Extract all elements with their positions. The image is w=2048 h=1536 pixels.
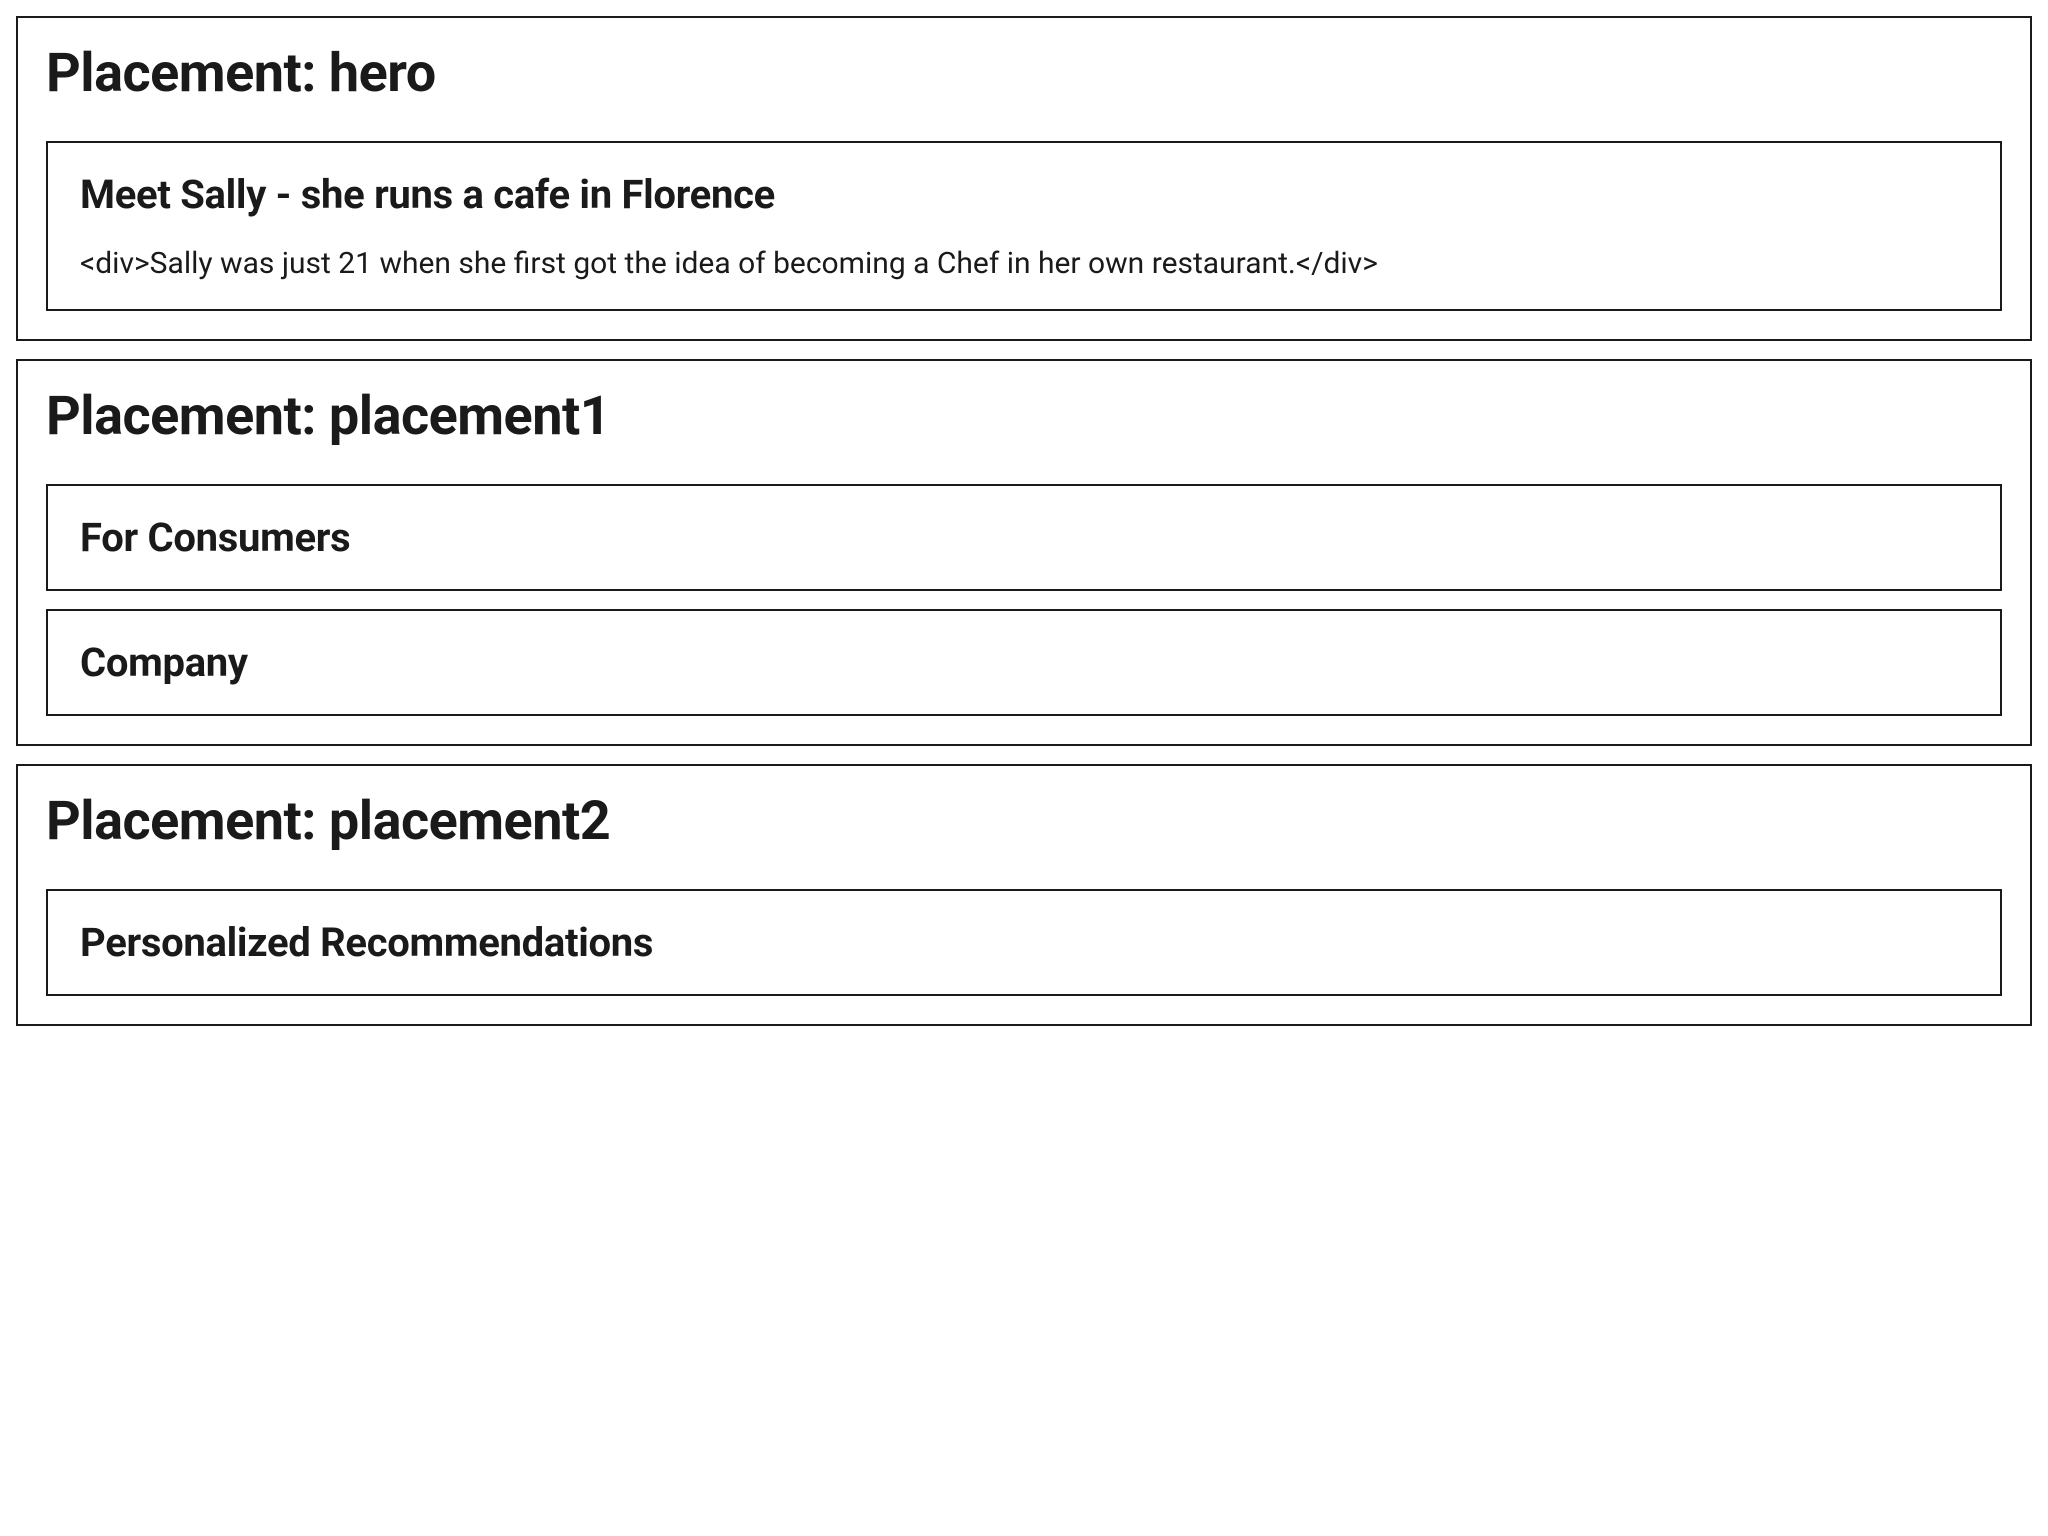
placement-section-placement2: Placement: placement2 Personalized Recom… [16, 764, 2032, 1026]
placement-title: Placement: placement2 [46, 790, 2002, 853]
card-title: For Consumers [80, 514, 1968, 561]
placement-title: Placement: placement1 [46, 385, 2002, 448]
content-card: Meet Sally - she runs a cafe in Florence… [46, 141, 2002, 311]
card-title: Meet Sally - she runs a cafe in Florence [80, 171, 1968, 218]
placement-section-hero: Placement: hero Meet Sally - she runs a … [16, 16, 2032, 341]
content-card: Company [46, 609, 2002, 716]
card-title: Company [80, 639, 1968, 686]
card-title: Personalized Recommendations [80, 919, 1968, 966]
placement-section-placement1: Placement: placement1 For Consumers Comp… [16, 359, 2032, 746]
content-card: Personalized Recommendations [46, 889, 2002, 996]
placement-title: Placement: hero [46, 42, 2002, 105]
card-body: <div>Sally was just 21 when she first go… [80, 246, 1968, 281]
content-card: For Consumers [46, 484, 2002, 591]
